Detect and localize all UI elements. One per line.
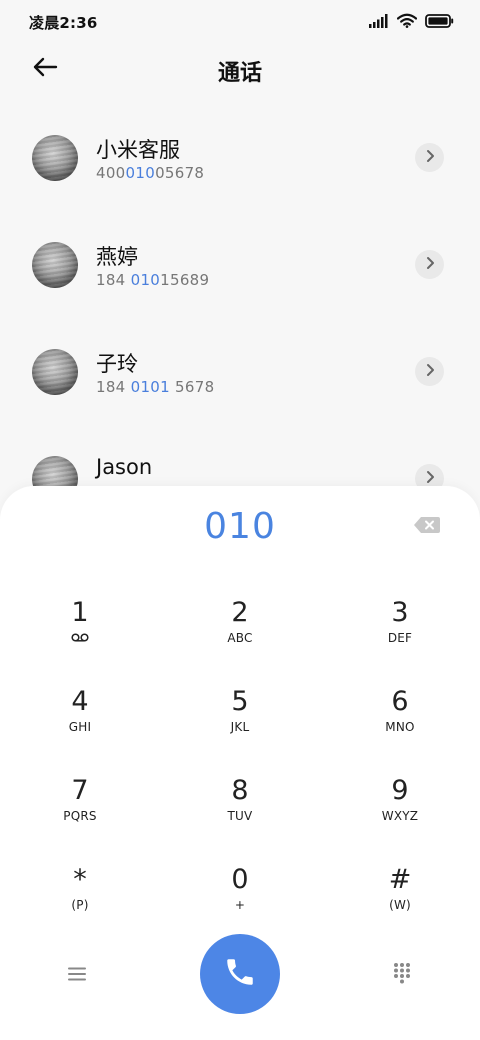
- number-match: 010: [125, 164, 156, 182]
- number-prefix: 184: [96, 378, 131, 396]
- key-3[interactable]: 3 DEF: [340, 576, 460, 656]
- avatar: [32, 135, 78, 181]
- contact-detail-button[interactable]: [415, 357, 444, 386]
- contact-row[interactable]: 燕婷 184 01015689: [0, 215, 480, 322]
- backspace-icon: [413, 516, 441, 538]
- contact-detail-button[interactable]: [415, 143, 444, 172]
- key-digit: #: [388, 864, 412, 895]
- hamburger-menu-icon: [68, 966, 86, 985]
- key-digit: 6: [391, 686, 409, 717]
- number-match: 0101: [130, 378, 170, 396]
- number-match: 010: [130, 271, 161, 289]
- number-prefix: 184: [96, 271, 131, 289]
- chevron-right-icon: [425, 148, 435, 167]
- key-letters: GHI: [68, 720, 92, 734]
- key-digit: *: [73, 864, 87, 895]
- key-letters: PQRS: [63, 809, 97, 823]
- status-bar: 凌晨2:36: [0, 0, 480, 44]
- status-time: 凌晨2:36: [29, 14, 98, 32]
- avatar: [32, 349, 78, 395]
- dial-pad-sheet: 010 1 2 ABC 3 DEF 4 GHI 5 JKL 6 MNO 7 PQ…: [0, 486, 480, 1040]
- key-8[interactable]: 8 TUV: [180, 754, 300, 834]
- contact-number: 40001005678: [96, 164, 204, 182]
- contact-number: 184 0101 5678: [96, 378, 214, 396]
- contact-row[interactable]: 小米客服 40001005678: [0, 108, 480, 215]
- key-digit: 7: [71, 775, 89, 806]
- contact-name: Jason: [96, 455, 153, 479]
- voicemail-icon: [20, 633, 140, 642]
- key-digit: 9: [391, 775, 409, 806]
- status-icons: [369, 13, 454, 32]
- chevron-right-icon: [425, 362, 435, 381]
- key-digit: 1: [71, 597, 89, 628]
- key-letters: +: [234, 898, 246, 912]
- contact-name: 子玲: [96, 352, 138, 376]
- key-digit: 4: [71, 686, 89, 717]
- dialpad-toggle-button[interactable]: [387, 960, 417, 990]
- key-5[interactable]: 5 JKL: [180, 665, 300, 745]
- number-suffix: 15689: [160, 271, 210, 289]
- key-letters: MNO: [385, 720, 415, 734]
- contact-name: 燕婷: [96, 245, 138, 269]
- key-letters: JKL: [230, 720, 250, 734]
- chevron-right-icon: [425, 255, 435, 274]
- page-title: 通话: [217, 61, 262, 86]
- key-letters: ABC: [227, 631, 253, 645]
- number-prefix: 400: [96, 164, 126, 182]
- menu-button[interactable]: [62, 960, 92, 990]
- key-4[interactable]: 4 GHI: [20, 665, 140, 745]
- key-letters: DEF: [387, 631, 413, 645]
- key-digit: 2: [231, 597, 249, 628]
- contact-name: 小米客服: [96, 138, 180, 162]
- signal-bars-icon: [369, 13, 389, 32]
- battery-icon: [425, 13, 454, 32]
- key-0[interactable]: 0 +: [180, 843, 300, 923]
- contact-list: 小米客服 40001005678 燕婷 184 01015689 子玲 184 …: [0, 108, 480, 536]
- key-1[interactable]: 1: [20, 576, 140, 656]
- key-letters: WXYZ: [381, 809, 419, 823]
- wifi-icon: [396, 13, 418, 32]
- key-digit: 0: [231, 864, 249, 895]
- dialed-number-display[interactable]: 010: [0, 506, 480, 547]
- backspace-button[interactable]: [412, 516, 442, 538]
- key-7[interactable]: 7 PQRS: [20, 754, 140, 834]
- key-digit: 3: [391, 597, 409, 628]
- dialpad-grid-icon: [393, 962, 411, 988]
- key-letters: TUV: [227, 809, 253, 823]
- key-star[interactable]: * (P): [20, 843, 140, 923]
- key-6[interactable]: 6 MNO: [340, 665, 460, 745]
- number-suffix: 05678: [155, 164, 205, 182]
- key-hash[interactable]: # (W): [340, 843, 460, 923]
- key-2[interactable]: 2 ABC: [180, 576, 300, 656]
- contact-detail-button[interactable]: [415, 250, 444, 279]
- key-digit: 5: [231, 686, 249, 717]
- call-button[interactable]: [200, 934, 280, 1014]
- key-digit: 8: [231, 775, 249, 806]
- contact-row[interactable]: 子玲 184 0101 5678: [0, 322, 480, 429]
- number-suffix: 5678: [169, 378, 215, 396]
- phone-icon: [223, 955, 257, 993]
- contact-number: 184 01015689: [96, 271, 209, 289]
- key-9[interactable]: 9 WXYZ: [340, 754, 460, 834]
- key-letters: (P): [71, 898, 89, 912]
- key-letters: (W): [389, 898, 411, 912]
- avatar: [32, 242, 78, 288]
